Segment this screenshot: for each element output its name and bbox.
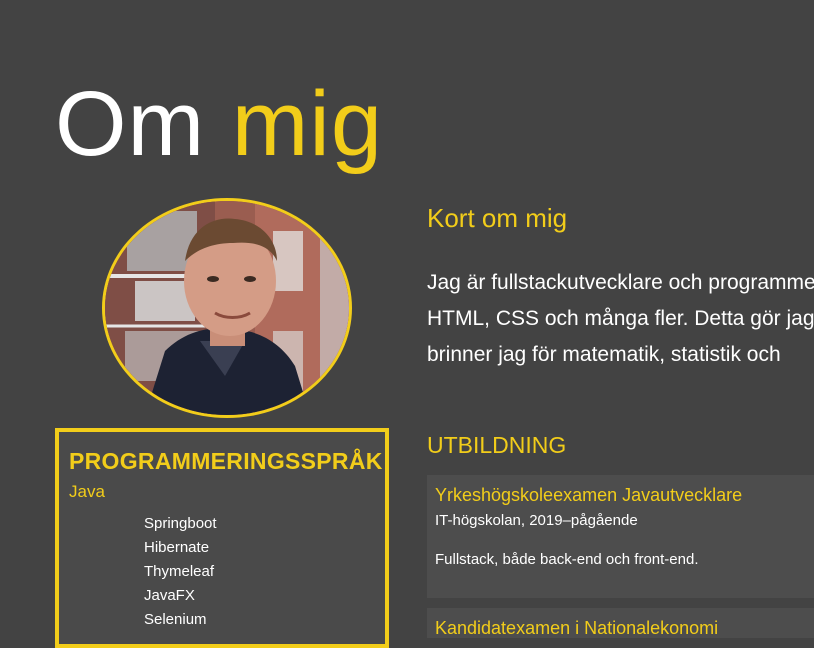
list-item: Hibernate [144, 538, 210, 556]
education-card: Yrkeshögskoleexamen Javautvecklare IT-hö… [427, 475, 814, 598]
languages-main: Java [69, 481, 105, 501]
list-item: Selenium [144, 610, 207, 628]
education-heading: UTBILDNING [427, 432, 567, 458]
about-heading: Kort om mig [427, 203, 568, 233]
languages-panel: PROGRAMMERINGSSPRÅK Java Springboot Hibe… [55, 428, 389, 648]
languages-heading: PROGRAMMERINGSSPRÅK [69, 448, 383, 474]
education-title: Yrkeshögskoleexamen Javautvecklare [435, 485, 743, 505]
page-title: Om mig [55, 78, 383, 170]
education-meta: IT-högskolan, 2019–pågående [435, 512, 638, 529]
about-line: HTML, CSS och många fler. Detta gör jag … [427, 307, 814, 330]
education-title: Kandidatexamen i Nationalekonomi [435, 618, 719, 638]
profile-photo [102, 198, 352, 418]
education-card: Kandidatexamen i Nationalekonomi [427, 608, 814, 638]
page-title-part2: mig [231, 73, 384, 175]
page-title-part1: Om [55, 73, 206, 175]
about-line: brinner jag för matematik, statistik och [427, 343, 781, 366]
list-item: JavaFX [144, 586, 195, 604]
about-line: Jag är fullstackutvecklare och programme… [427, 271, 814, 294]
languages-list: Springboot Hibernate Thymeleaf JavaFX Se… [69, 512, 385, 632]
list-item: Springboot [144, 514, 217, 532]
list-item: Thymeleaf [144, 562, 215, 580]
education-description: Fullstack, både back-end och front-end. [435, 551, 699, 568]
about-text: Jag är fullstackutvecklare och programme… [427, 265, 814, 375]
